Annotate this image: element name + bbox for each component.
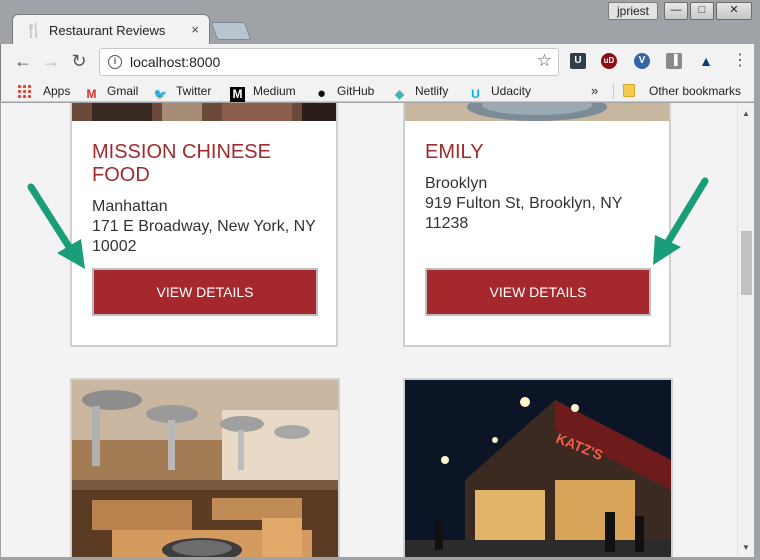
bookmark-netlify[interactable]: ◆ Netlify: [392, 83, 449, 101]
restaurant-card-mission-chinese: MISSION CHINESE FOOD Manhattan 171 E Bro…: [70, 103, 338, 347]
restaurant-address: 171 E Broadway, New York, NY: [92, 218, 316, 235]
reload-icon[interactable]: ↻: [67, 50, 91, 74]
bookmarks-bar: Apps M Gmail 🐦 Twitter M Medium ● GitHub ◆ Ne…: [0, 80, 760, 102]
close-tab-icon[interactable]: ×: [191, 22, 199, 37]
bookmark-github[interactable]: ● GitHub: [314, 83, 375, 102]
restaurant-exterior-image: KATZ'S: [405, 380, 671, 557]
restaurant-neighborhood: Brooklyn: [425, 175, 488, 192]
view-details-button[interactable]: VIEW DETAILS: [92, 268, 318, 316]
other-bookmarks[interactable]: Other bookmarks: [623, 83, 741, 99]
gmail-icon: M: [86, 87, 97, 101]
back-arrow-icon[interactable]: ←: [11, 50, 35, 74]
tab-restaurant-reviews[interactable]: 🍴 Restaurant Reviews ×: [12, 14, 210, 46]
restaurant-address: 919 Fulton St, Brooklyn, NY: [425, 195, 623, 212]
info-icon[interactable]: i: [108, 55, 122, 69]
address-bar[interactable]: i localhost:8000 ☆: [99, 48, 559, 76]
url-text[interactable]: localhost:8000: [130, 54, 220, 70]
twitter-icon: 🐦: [153, 89, 168, 101]
restaurant-photo-exterior[interactable]: KATZ'S: [403, 378, 673, 557]
medium-icon: M: [230, 87, 245, 102]
restaurant-interior-image: [72, 380, 338, 557]
extension-u-icon[interactable]: U: [570, 53, 586, 69]
bookmark-label: Netlify: [415, 84, 449, 98]
restaurant-address-zip: 10002: [92, 238, 137, 255]
bookmark-label: Medium: [253, 84, 296, 98]
bookmark-label: Udacity: [491, 84, 532, 98]
restaurant-photo: [72, 103, 336, 121]
netlify-icon: ◆: [394, 87, 405, 101]
bookmark-medium[interactable]: M Medium: [230, 83, 296, 102]
other-bookmarks-label: Other bookmarks: [649, 84, 742, 98]
bookmark-apps[interactable]: Apps: [17, 83, 70, 99]
page-content: MISSION CHINESE FOOD Manhattan 171 E Bro…: [1, 103, 737, 557]
ublock-icon[interactable]: uD: [601, 53, 617, 69]
browser-toolbar: ← → ↻ i localhost:8000 ☆ U uD V ▐ ▲ ⋮: [0, 44, 760, 80]
folder-icon: [623, 84, 635, 97]
bookmarks-divider: [613, 83, 614, 99]
restaurant-name: EMILY: [425, 141, 484, 163]
udacity-icon: U: [471, 87, 480, 101]
bookmark-udacity[interactable]: U Udacity: [468, 83, 532, 101]
fork-knife-icon: 🍴: [25, 22, 43, 38]
restaurant-address-zip: 11238: [425, 215, 469, 232]
chrome-menu-icon[interactable]: ⋮: [732, 52, 748, 70]
vertical-scrollbar[interactable]: ▲ ▼: [737, 103, 754, 557]
bookmarks-overflow-button[interactable]: »: [591, 83, 598, 99]
restaurant-photo-interior[interactable]: [70, 378, 340, 557]
annotation-arrow-right: [653, 177, 709, 265]
view-details-button[interactable]: VIEW DETAILS: [425, 268, 651, 316]
restaurant-name-continued: FOOD: [92, 164, 150, 186]
bookmark-star-icon[interactable]: ☆: [537, 51, 552, 71]
close-window-button[interactable]: ✕: [716, 2, 752, 20]
apps-grid-icon: [17, 84, 31, 98]
profile-name[interactable]: jpriest: [608, 2, 658, 20]
bookmark-gmail[interactable]: M Gmail: [84, 83, 139, 101]
bookmark-label: Gmail: [107, 84, 139, 98]
scroll-up-arrow-icon[interactable]: ▲: [742, 109, 750, 118]
restaurant-neighborhood: Manhattan: [92, 198, 168, 215]
extension-bookmark-icon[interactable]: ▐: [666, 53, 682, 69]
extension-v-icon[interactable]: V: [634, 53, 650, 69]
restaurant-photo: [405, 103, 669, 121]
tab-title: Restaurant Reviews: [49, 23, 166, 38]
scrollbar-thumb[interactable]: [741, 231, 752, 295]
extension-triangle-icon[interactable]: ▲: [698, 53, 714, 69]
github-icon: ●: [316, 85, 327, 102]
window-frame-right: [754, 44, 760, 560]
restaurant-name: MISSION CHINESE: [92, 141, 271, 163]
restaurant-card-emily: EMILY Brooklyn 919 Fulton St, Brooklyn, …: [403, 103, 671, 347]
maximize-button[interactable]: □: [690, 2, 714, 20]
new-tab-button[interactable]: [210, 22, 252, 40]
bookmark-label: Apps: [43, 84, 71, 98]
minimize-button[interactable]: —: [664, 2, 688, 20]
scroll-down-arrow-icon[interactable]: ▼: [742, 543, 750, 552]
bookmark-label: Twitter: [176, 84, 212, 98]
annotation-arrow-left: [27, 183, 85, 269]
bookmark-label: GitHub: [337, 84, 375, 98]
forward-arrow-icon[interactable]: →: [39, 50, 63, 74]
bookmark-twitter[interactable]: 🐦 Twitter: [153, 83, 212, 101]
